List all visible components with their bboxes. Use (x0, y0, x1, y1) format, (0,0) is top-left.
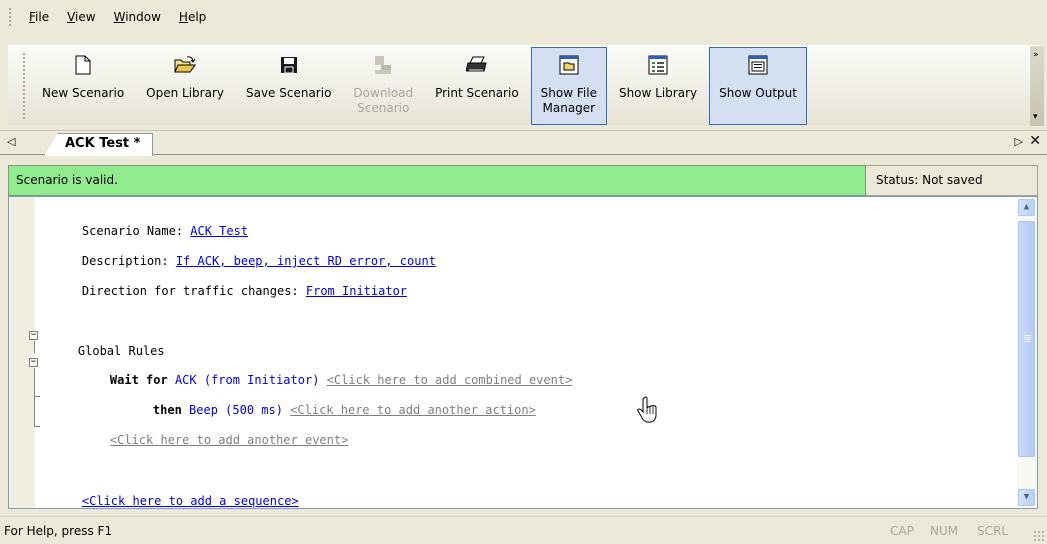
tree-line (34, 368, 35, 427)
save-disk-icon (278, 54, 300, 76)
direction-link[interactable]: From Initiator (306, 284, 407, 298)
file-manager-icon (558, 54, 580, 76)
tree-line (34, 341, 35, 353)
global-rules-label: Global Rules (77, 344, 165, 358)
add-event-line: <Click here to add another event> (81, 419, 348, 461)
save-scenario-button[interactable]: Save Scenario (236, 47, 341, 125)
tree-line (34, 426, 40, 427)
caps-indicator: CAP (890, 524, 914, 538)
add-combined-event-link[interactable]: <Click here to add combined event> (327, 373, 573, 387)
document-tab-strip: ◁ ACK Test * ▷ ✕ (0, 130, 1047, 156)
new-scenario-button[interactable]: New Scenario (32, 47, 134, 125)
hand-pointer-icon (637, 396, 657, 423)
num-indicator: NUM (930, 524, 959, 538)
tab-title: ACK Test * (65, 136, 141, 151)
show-file-manager-label-2: Manager (542, 101, 596, 115)
action-link[interactable]: Beep (500 ms) (189, 403, 283, 417)
scenario-name-label: Scenario Name: (81, 224, 191, 238)
printer-icon (465, 54, 488, 76)
menu-bar: File View Window Help (0, 0, 1047, 34)
show-file-manager-button[interactable]: Show File Manager (530, 47, 607, 125)
tree-line (34, 396, 40, 397)
scroll-lock-indicator: SCRL (977, 524, 1009, 538)
status-bar: For Help, press F1 CAP NUM SCRL (0, 516, 1047, 544)
scroll-up-button[interactable]: ▲ (1018, 199, 1035, 216)
event-link[interactable]: ACK (from Initiator) (175, 373, 320, 387)
thumb-grip (1024, 335, 1031, 342)
then-label: then (152, 403, 190, 417)
print-scenario-button[interactable]: Print Scenario (425, 47, 529, 125)
help-text: For Help, press F1 (4, 524, 113, 538)
main-toolbar: New Scenario Open Library Save Scenario … (8, 45, 1044, 126)
show-output-label: Show Output (719, 86, 797, 100)
collapse-global-rules-icon[interactable]: − (29, 331, 38, 340)
scroll-down-button[interactable]: ▼ (1018, 489, 1035, 506)
tab-ack-test[interactable]: ACK Test * (44, 133, 154, 156)
wait-for-label: Wait for (109, 373, 175, 387)
open-library-button[interactable]: Open Library (136, 47, 234, 125)
direction-line: Direction for traffic changes: From Init… (53, 270, 407, 312)
show-library-button[interactable]: Show Library (609, 47, 707, 125)
save-scenario-label: Save Scenario (245, 86, 332, 100)
vertical-scrollbar[interactable]: ▲ ▼ (1017, 197, 1037, 508)
chevron-down-icon: ▾ (1033, 112, 1038, 122)
new-document-icon (72, 54, 94, 76)
description-label: Description: (81, 254, 176, 268)
chevron-right-icon: » (1033, 50, 1039, 60)
menu-view[interactable]: View (58, 8, 104, 26)
chevron-down-icon: ▼ (1023, 492, 1030, 502)
menu-file[interactable]: File (20, 8, 58, 26)
close-icon[interactable]: ✕ (1029, 133, 1041, 149)
scroll-thumb[interactable] (1018, 221, 1035, 457)
add-another-action-link[interactable]: <Click here to add another action> (290, 403, 536, 417)
toolbar-overflow-button[interactable]: » ▾ (1030, 46, 1044, 126)
download-scenario-label-2: Scenario (357, 101, 410, 115)
scenario-name-link[interactable]: ACK Test (190, 224, 248, 238)
add-sequence-link[interactable]: <Click here to add a sequence> (82, 494, 299, 508)
output-window-icon (747, 54, 769, 76)
menu-window[interactable]: Window (105, 8, 170, 26)
download-scenario-label-1: Download (353, 86, 414, 100)
tab-scroll-left-icon[interactable]: ◁ (7, 135, 15, 148)
show-output-button[interactable]: Show Output (709, 47, 807, 125)
direction-label: Direction for traffic changes: (81, 284, 306, 298)
print-scenario-label: Print Scenario (435, 86, 519, 100)
toolbar-grip[interactable] (22, 52, 26, 120)
scenario-editor[interactable]: Scenario Name: ACK Test Description: If … (8, 196, 1038, 509)
open-folder-icon (174, 54, 197, 76)
validation-status: Scenario is valid. (8, 165, 866, 196)
add-another-event-link[interactable]: <Click here to add another event> (110, 433, 348, 447)
resize-grip[interactable] (1033, 530, 1045, 542)
save-status: Status: Not saved (866, 165, 1038, 196)
new-scenario-label: New Scenario (42, 86, 125, 100)
download-scenario-button[interactable]: Download Scenario (343, 47, 423, 125)
open-library-label: Open Library (146, 86, 224, 100)
chevron-up-icon: ▲ (1023, 202, 1030, 212)
tab-scroll-right-icon[interactable]: ▷ (1015, 135, 1023, 148)
editor-gutter (9, 197, 35, 508)
validation-text: Scenario is valid. (16, 173, 118, 187)
description-link[interactable]: If ACK, beep, inject RD error, count (176, 254, 436, 268)
save-status-text: Status: Not saved (876, 173, 983, 187)
show-file-manager-label-1: Show File (540, 86, 597, 100)
menu-help[interactable]: Help (170, 8, 215, 26)
collapse-wait-rule-icon[interactable]: − (29, 358, 38, 367)
show-library-label: Show Library (618, 86, 698, 100)
download-icon (372, 54, 394, 76)
library-list-icon (647, 54, 669, 76)
menubar-grip[interactable] (8, 7, 12, 27)
